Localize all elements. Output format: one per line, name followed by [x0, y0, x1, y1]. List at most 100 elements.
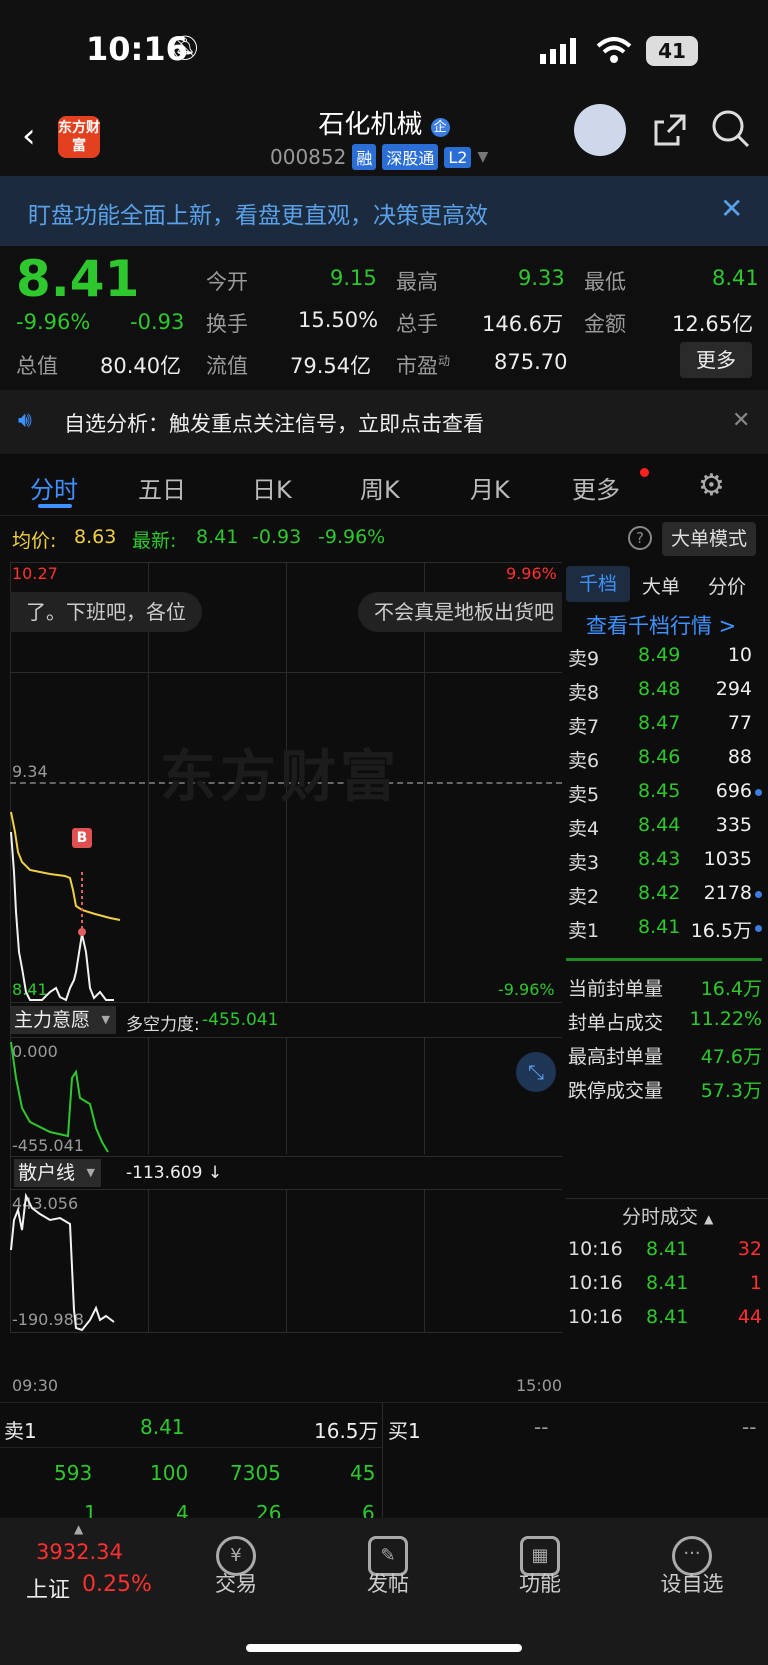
- depth-quote-link[interactable]: 查看千档行情 >: [586, 610, 736, 640]
- close-icon[interactable]: ✕: [720, 192, 743, 225]
- ask-row[interactable]: 卖9 8.49 10: [566, 640, 762, 674]
- index-ticker[interactable]: ▲ 3932.34 上证 0.25%: [0, 1518, 160, 1628]
- buy-signal-marker[interactable]: B: [72, 828, 92, 848]
- ask-label: 卖3: [568, 852, 600, 874]
- danmu-message[interactable]: 不会真是地板出货吧: [358, 592, 562, 632]
- danmu-message[interactable]: 了。下班吧，各位: [10, 592, 202, 632]
- caret-up-icon: ▲: [704, 1212, 714, 1226]
- ask-label: 卖5: [568, 784, 600, 806]
- battery-indicator: 41: [646, 36, 698, 66]
- tag-level2: L2: [444, 146, 472, 168]
- limit-stat-row: 封单占成交 11.22%: [566, 1004, 762, 1038]
- latest-value: 8.41: [196, 526, 239, 548]
- dropdown-icon: ▼: [101, 1013, 111, 1026]
- open-label: 今开: [206, 270, 248, 294]
- book-tab-big-orders[interactable]: 大单: [642, 572, 680, 599]
- search-icon[interactable]: [710, 108, 752, 154]
- ask-row[interactable]: 卖5 8.45 696: [566, 776, 762, 810]
- ask-price: 8.45: [638, 780, 681, 802]
- nav-functions[interactable]: ▦ 功能: [480, 1518, 600, 1628]
- expand-icon[interactable]: ⤡: [516, 1052, 556, 1092]
- tab-five-day[interactable]: 五日: [138, 470, 186, 505]
- indicator2-line: [10, 1192, 115, 1332]
- ask-row[interactable]: 卖2 8.42 2178: [566, 878, 762, 912]
- high-label: 最高: [396, 270, 438, 294]
- stock-code-row[interactable]: 000852 融 深股通 L2 ▼: [270, 144, 488, 170]
- trade-time: 10:16: [568, 1306, 623, 1328]
- share-icon[interactable]: [650, 110, 690, 154]
- sell1-price: 8.41: [140, 1415, 185, 1439]
- volume-value: 146.6万: [482, 312, 564, 336]
- ask-volume: 696: [715, 780, 752, 802]
- time-start-label: 09:30: [12, 1376, 59, 1395]
- nav-watchlist[interactable]: ··· 设自选: [632, 1518, 752, 1628]
- ask-label: 卖9: [568, 648, 600, 670]
- trades-title[interactable]: 分时成交 ▲: [622, 1202, 713, 1229]
- ask-volume: 294: [715, 678, 752, 700]
- help-icon[interactable]: ?: [628, 526, 652, 550]
- ask-volume: 2178: [703, 882, 752, 904]
- mktcap-label: 总值: [16, 354, 58, 378]
- quote-panel: 8.41 -9.96% -0.93 今开 9.15 最高 9.33 最低 8.4…: [0, 246, 768, 390]
- ask-row[interactable]: 卖4 8.44 335: [566, 810, 762, 844]
- wifi-icon: [596, 36, 632, 68]
- robot-avatar[interactable]: [574, 104, 626, 156]
- tab-weekly-k[interactable]: 周K: [360, 470, 400, 505]
- limit-stat-row: 跌停成交量 57.3万: [566, 1072, 762, 1106]
- tab-monthly-k[interactable]: 月K: [470, 470, 510, 505]
- signal-icon: [540, 38, 582, 68]
- gear-icon[interactable]: ⚙︎: [698, 468, 725, 503]
- ask-row[interactable]: 卖7 8.47 77: [566, 708, 762, 742]
- active-tab-indicator: [38, 504, 72, 508]
- ask-row[interactable]: 卖8 8.48 294: [566, 674, 762, 708]
- ask-price: 8.41: [638, 916, 681, 938]
- home-indicator[interactable]: [246, 1644, 522, 1652]
- more-button[interactable]: 更多: [680, 342, 752, 378]
- limit-stat-row: 当前封单量 16.4万: [566, 970, 762, 1004]
- notification-dot: [640, 468, 649, 477]
- time-end-label: 15:00: [516, 1376, 563, 1395]
- intraday-chart[interactable]: 10.27 9.96% 9.34 8.41 -9.96% 东方财富 了。下班吧，…: [10, 562, 562, 1396]
- book-tab-price-dist[interactable]: 分价: [708, 572, 746, 599]
- nav-trade[interactable]: ¥ 交易: [176, 1518, 296, 1628]
- tab-more[interactable]: 更多: [572, 470, 620, 505]
- ask-price: 8.49: [638, 644, 681, 666]
- indicator1-header: 主力意愿 ▼ 多空力度: -455.041: [10, 1004, 562, 1038]
- tab-intraday[interactable]: 分时: [30, 470, 78, 505]
- volume-label: 总手: [396, 312, 438, 336]
- ask-price: 8.46: [638, 746, 681, 768]
- queue-volume: 45: [350, 1461, 376, 1485]
- close-icon[interactable]: ✕: [732, 408, 750, 433]
- ask-label: 卖2: [568, 886, 600, 908]
- amount-value: 12.65亿: [672, 312, 754, 336]
- indicator2-selector[interactable]: 散户线 ▼: [14, 1159, 102, 1187]
- trade-volume: 1: [749, 1272, 762, 1294]
- index-value: 3932.34: [36, 1540, 123, 1564]
- sell1-label: 卖1: [4, 1419, 37, 1443]
- latest-pct: -9.96%: [318, 526, 386, 548]
- ask-row[interactable]: 卖6 8.46 88: [566, 742, 762, 776]
- tag-margin: 融: [352, 144, 377, 170]
- indicator1-value: -455.041: [202, 1010, 279, 1030]
- latest-change: -0.93: [252, 526, 302, 548]
- ask-row[interactable]: 卖3 8.43 1035: [566, 844, 762, 878]
- bottom-nav: ▲ 3932.34 上证 0.25% ¥ 交易 ✎ 发帖 ▦ 功能 ··· 设自…: [0, 1518, 768, 1665]
- chart-bottom-right-label: -9.96%: [498, 980, 555, 999]
- bid-ask-summary: 卖1 8.41 16.5万 买1 -- -- 593 100 7305 45 1…: [0, 1402, 768, 1525]
- ask-label: 卖8: [568, 682, 600, 704]
- ask-row[interactable]: 卖1 8.41 16.5万: [566, 912, 762, 946]
- big-order-mode-button[interactable]: 大单模式: [662, 522, 756, 556]
- nav-post[interactable]: ✎ 发帖: [328, 1518, 448, 1628]
- indicator2-value: -113.609 ↓: [126, 1163, 223, 1183]
- amount-label: 金额: [584, 312, 626, 336]
- analysis-alert[interactable]: 🔊︎ 自选分析：触发重点关注信号，立即点击查看 ✕: [0, 390, 768, 454]
- tab-daily-k[interactable]: 日K: [252, 470, 292, 505]
- indicator2-header: 散户线 ▼ -113.609 ↓: [10, 1156, 562, 1190]
- trade-price: 8.41: [646, 1238, 689, 1260]
- indicator1-selector[interactable]: 主力意愿 ▼: [10, 1006, 117, 1034]
- turnover-label: 换手: [206, 312, 248, 336]
- book-divider: [566, 958, 762, 961]
- feature-banner[interactable]: 盯盘功能全面上新，看盘更直观，决策更高效 ✕: [0, 176, 768, 246]
- book-tab-depth[interactable]: 千档: [566, 566, 630, 602]
- pe-label: 市盈动: [396, 354, 451, 378]
